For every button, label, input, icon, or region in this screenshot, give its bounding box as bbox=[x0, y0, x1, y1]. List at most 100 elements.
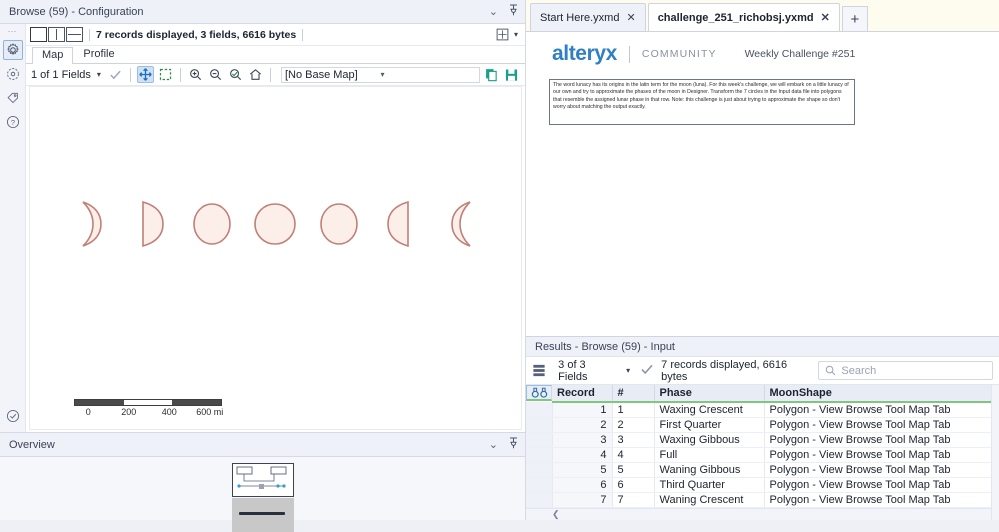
fields-selector-label[interactable]: 1 of 1 Fields bbox=[31, 69, 91, 81]
overview-thumbnail[interactable] bbox=[232, 463, 294, 497]
overview-panel: Overview ⌄ bbox=[0, 432, 525, 532]
results-fields-selector[interactable]: 3 of 3 Fields bbox=[558, 359, 616, 383]
column-header-phase[interactable]: Phase bbox=[654, 385, 765, 403]
cell-num: 2 bbox=[612, 417, 655, 433]
chevron-down-icon[interactable]: ⌄ bbox=[489, 438, 498, 451]
cell-record: 2 bbox=[552, 417, 613, 433]
cell-moonshape[interactable]: Polygon - View Browse Tool Map Tab bbox=[764, 432, 999, 448]
tab-map[interactable]: Map bbox=[32, 47, 74, 64]
table-row[interactable]: 1 1 Waxing Crescent Polygon - View Browse T… bbox=[526, 402, 999, 418]
moon-shape-full bbox=[247, 196, 303, 252]
row-gutter bbox=[526, 492, 553, 508]
scalebar-labels: 0 200 400 600 mi bbox=[68, 407, 230, 417]
results-grid[interactable]: Record # Phase MoonShape 1 1 Waxing Cresce… bbox=[526, 385, 999, 520]
cell-record: 7 bbox=[552, 492, 613, 508]
map-canvas[interactable]: 0 200 400 600 mi bbox=[29, 86, 522, 430]
tab-label: Start Here.yxmd bbox=[540, 11, 620, 24]
search-placeholder: Search bbox=[841, 364, 877, 377]
cell-moonshape[interactable]: Polygon - View Browse Tool Map Tab bbox=[764, 417, 999, 433]
view-two-pane-vertical-button[interactable] bbox=[48, 27, 65, 42]
checkmark-icon[interactable] bbox=[107, 66, 124, 83]
cell-num: 1 bbox=[612, 402, 655, 418]
table-row[interactable]: 7 7 Waning Crescent Polygon - View Browse T… bbox=[526, 492, 999, 508]
table-row[interactable]: 3 3 Waxing Gibbous Polygon - View Browse To… bbox=[526, 432, 999, 448]
left-column: Browse (59) - Configuration ⌄ ⋯ ? 7 reco… bbox=[0, 0, 525, 532]
basemap-selector[interactable]: [No Base Map] ▾ bbox=[280, 66, 480, 83]
row-gutter bbox=[526, 477, 553, 493]
results-panel: Results - Browse (59) - Input 3 of 3 Fie… bbox=[526, 336, 999, 520]
browse-record-info: 7 records displayed, 3 fields, 6616 byte… bbox=[89, 28, 304, 41]
cell-moonshape[interactable]: Polygon - View Browse Tool Map Tab bbox=[764, 477, 999, 493]
cell-num: 6 bbox=[612, 477, 655, 493]
community-label: COMMUNITY bbox=[641, 48, 717, 60]
tag-icon[interactable] bbox=[3, 88, 23, 108]
row-gutter bbox=[526, 447, 553, 463]
results-toolbar: 3 of 3 Fields ▾ 7 records displayed, 661… bbox=[526, 357, 999, 385]
checkmark-icon[interactable] bbox=[640, 362, 654, 379]
search-input[interactable]: Search bbox=[818, 361, 993, 380]
row-gutter bbox=[526, 402, 553, 418]
layout-dropdown[interactable]: ▾ bbox=[496, 28, 521, 41]
pin-icon[interactable] bbox=[508, 4, 519, 19]
chevron-down-icon[interactable]: ▾ bbox=[97, 70, 101, 79]
column-header-record[interactable]: Record bbox=[552, 385, 613, 403]
cell-moonshape[interactable]: Polygon - View Browse Tool Map Tab bbox=[764, 492, 999, 508]
new-tab-button[interactable]: + bbox=[841, 6, 868, 31]
browse-tabs: Map Profile bbox=[26, 46, 525, 64]
overview-scroll-thumb[interactable] bbox=[232, 498, 294, 532]
scalebar-tick: 200 bbox=[121, 407, 137, 417]
column-header-num[interactable]: # bbox=[612, 385, 655, 403]
cell-record: 1 bbox=[552, 402, 613, 418]
workflow-canvas[interactable]: alteryx COMMUNITY Weekly Challenge #251 … bbox=[526, 32, 999, 336]
overview-body[interactable] bbox=[0, 457, 525, 532]
view-two-pane-horizontal-button[interactable] bbox=[66, 27, 83, 42]
chevron-left-icon[interactable]: ❮ bbox=[552, 509, 560, 520]
zoom-to-selection-icon[interactable] bbox=[227, 66, 244, 83]
tab-profile[interactable]: Profile bbox=[73, 46, 124, 63]
browse-main-area: 7 records displayed, 3 fields, 6616 byte… bbox=[26, 24, 525, 432]
moon-shape-waxing-crescent bbox=[61, 196, 117, 252]
column-header-moonshape[interactable]: MoonShape bbox=[764, 385, 999, 403]
cell-num: 4 bbox=[612, 447, 655, 463]
target-icon[interactable] bbox=[3, 64, 23, 84]
home-icon[interactable] bbox=[247, 66, 264, 83]
table-row[interactable]: 2 2 First Quarter Polygon - View Browse Too… bbox=[526, 417, 999, 433]
marquee-select-icon[interactable] bbox=[157, 66, 174, 83]
cell-record: 6 bbox=[552, 477, 613, 493]
view-single-pane-button[interactable] bbox=[30, 27, 47, 42]
check-circle-icon[interactable] bbox=[3, 406, 23, 426]
copy-icon[interactable] bbox=[483, 66, 500, 83]
save-icon[interactable] bbox=[503, 66, 520, 83]
cell-moonshape[interactable]: Polygon - View Browse Tool Map Tab bbox=[764, 462, 999, 478]
cell-moonshape[interactable]: Polygon - View Browse Tool Map Tab bbox=[764, 447, 999, 463]
horizontal-scrollbar[interactable]: ❮ bbox=[526, 508, 999, 520]
cell-num: 5 bbox=[612, 462, 655, 478]
zoom-out-icon[interactable] bbox=[207, 66, 224, 83]
pin-icon[interactable] bbox=[508, 437, 519, 452]
close-icon[interactable]: ✕ bbox=[821, 11, 830, 24]
zoom-in-icon[interactable] bbox=[187, 66, 204, 83]
tab-challenge-251[interactable]: challenge_251_richobsj.yxmd ✕ bbox=[647, 3, 840, 31]
pan-move-icon[interactable] bbox=[136, 66, 154, 83]
binoculars-icon[interactable] bbox=[526, 385, 552, 401]
cell-moonshape[interactable]: Polygon - View Browse Tool Map Tab bbox=[764, 402, 999, 418]
scalebar-tick: 0 bbox=[85, 407, 91, 417]
moon-shape-first-quarter bbox=[123, 196, 179, 252]
close-icon[interactable]: ✕ bbox=[626, 11, 635, 24]
grid-rows-icon[interactable] bbox=[526, 363, 551, 378]
table-row[interactable]: 5 5 Waning Gibbous Polygon - View Browse To… bbox=[526, 462, 999, 478]
rail-drag-handle[interactable]: ⋯ bbox=[8, 27, 18, 36]
moon-phase-shapes bbox=[30, 196, 521, 252]
gear-icon[interactable] bbox=[2, 40, 23, 60]
help-icon[interactable]: ? bbox=[3, 112, 23, 132]
chevron-down-icon[interactable]: ⌄ bbox=[489, 5, 498, 18]
table-row[interactable]: 6 6 Third Quarter Polygon - View Browse Too… bbox=[526, 477, 999, 493]
chevron-down-icon[interactable]: ▾ bbox=[626, 366, 630, 375]
tab-start-here[interactable]: Start Here.yxmd ✕ bbox=[530, 3, 646, 31]
table-row[interactable]: 4 4 Full Polygon - View Browse Tool Map Tab bbox=[526, 447, 999, 463]
search-icon bbox=[826, 365, 836, 376]
cell-record: 4 bbox=[552, 447, 613, 463]
toolbar-separator bbox=[179, 67, 181, 82]
moon-shape-waning-gibbous bbox=[310, 196, 366, 252]
workflow-tabbar: Start Here.yxmd ✕ challenge_251_richobsj… bbox=[526, 0, 999, 32]
